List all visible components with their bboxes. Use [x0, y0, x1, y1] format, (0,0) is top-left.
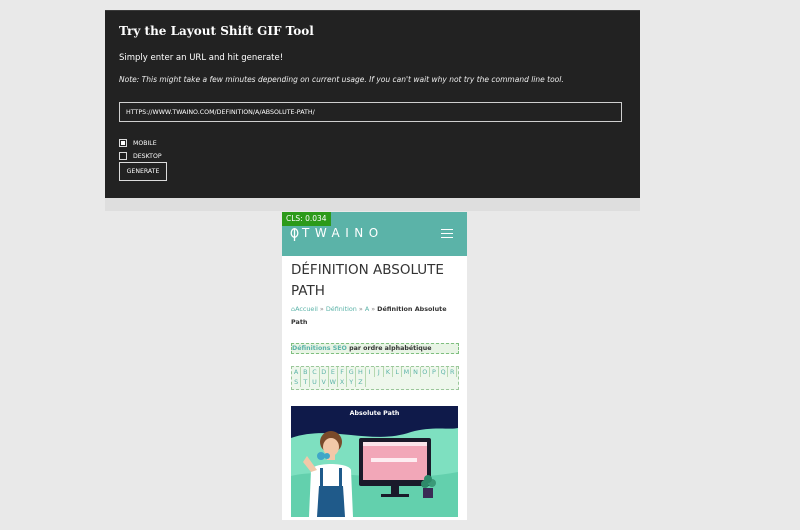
alphabet-letter-d[interactable]: D	[320, 367, 329, 377]
option-desktop[interactable]: DESKTOP	[119, 151, 162, 161]
alphabet-letter-c[interactable]: C	[310, 367, 320, 377]
tool-panel-footer	[105, 198, 640, 211]
alphabet-letter-v[interactable]: V	[320, 377, 329, 387]
alphabet-letter-t[interactable]: T	[301, 377, 311, 387]
breadcrumb-section[interactable]: Définition	[326, 305, 357, 313]
alphabet-letter-q[interactable]: Q	[439, 367, 449, 377]
desktop-radio[interactable]	[119, 152, 127, 160]
tool-note: Note: This might take a few minutes depe…	[119, 75, 564, 84]
alphabet-letter-j[interactable]: J	[375, 367, 384, 377]
alphabet-letter-i[interactable]: I	[366, 367, 375, 377]
alphabet-letter-f[interactable]: F	[338, 367, 348, 377]
breadcrumb-home[interactable]: Accueil	[295, 305, 318, 313]
alphabet-letter-m[interactable]: M	[402, 367, 412, 377]
page-title: DÉFINITION ABSOLUTE PATH	[291, 262, 444, 299]
alphabet-letter-h[interactable]: H	[356, 367, 366, 377]
layout-shift-tool-panel: Try the Layout Shift GIF Tool Simply ent…	[105, 10, 640, 199]
cls-score-badge: CLS: 0.034	[282, 212, 331, 226]
leaf-logo-icon	[290, 228, 299, 241]
definitions-suffix: par ordre alphabétique	[346, 345, 432, 352]
person-with-monitor-illustration	[291, 428, 458, 517]
breadcrumb-separator: »	[317, 305, 326, 313]
alphabet-letter-a[interactable]: A	[292, 367, 302, 377]
alphabet-letter-e[interactable]: E	[329, 367, 338, 377]
option-mobile[interactable]: MOBILE	[119, 138, 157, 148]
alphabet-letter-u[interactable]: U	[310, 377, 320, 387]
hamburger-menu-icon[interactable]	[441, 229, 453, 239]
mobile-preview: TWAINO CLS: 0.034 DÉFINITION ABSOLUTE PA…	[282, 212, 467, 520]
site-logo-text[interactable]: TWAINO	[302, 226, 384, 240]
alphabet-letter-s[interactable]: S	[292, 377, 302, 387]
alphabet-letter-n[interactable]: N	[411, 367, 421, 377]
breadcrumb-separator: »	[369, 305, 378, 313]
alphabet-letter-l[interactable]: L	[393, 367, 403, 377]
alphabet-letter-g[interactable]: G	[347, 367, 357, 377]
tool-subtitle: Simply enter an URL and hit generate!	[119, 53, 284, 63]
tool-title: Try the Layout Shift GIF Tool	[119, 24, 314, 38]
breadcrumb: ⌂Accueil » Définition » A » Définition A…	[291, 303, 461, 329]
alphabet-letter-y[interactable]: Y	[347, 377, 357, 387]
alphabet-letter-r[interactable]: R	[448, 367, 458, 377]
alphabet-letter-w[interactable]: W	[329, 377, 338, 387]
definitions-seo-link[interactable]: Définitions SEO	[292, 345, 347, 352]
definitions-heading-shifted: Définitions SEO par ordre alphabétique	[291, 343, 459, 354]
alphabet-letter-x[interactable]: X	[338, 377, 348, 387]
alphabet-letter-k[interactable]: K	[384, 367, 394, 377]
alphabet-index: ABCDEFGHIJKLMNOPQR STUVWXYZ	[291, 366, 459, 390]
breadcrumb-separator: »	[356, 305, 365, 313]
option-mobile-label: MOBILE	[133, 139, 157, 147]
alphabet-letter-z[interactable]: Z	[356, 377, 366, 387]
alphabet-letter-p[interactable]: P	[430, 367, 439, 377]
hero-illustration: Absolute Path	[291, 406, 458, 517]
alphabet-letter-b[interactable]: B	[301, 367, 311, 377]
url-input[interactable]	[119, 102, 622, 122]
option-desktop-label: DESKTOP	[133, 152, 162, 160]
mobile-radio[interactable]	[119, 139, 127, 147]
generate-button[interactable]: GENERATE	[119, 162, 167, 181]
alphabet-letter-o[interactable]: O	[421, 367, 430, 377]
